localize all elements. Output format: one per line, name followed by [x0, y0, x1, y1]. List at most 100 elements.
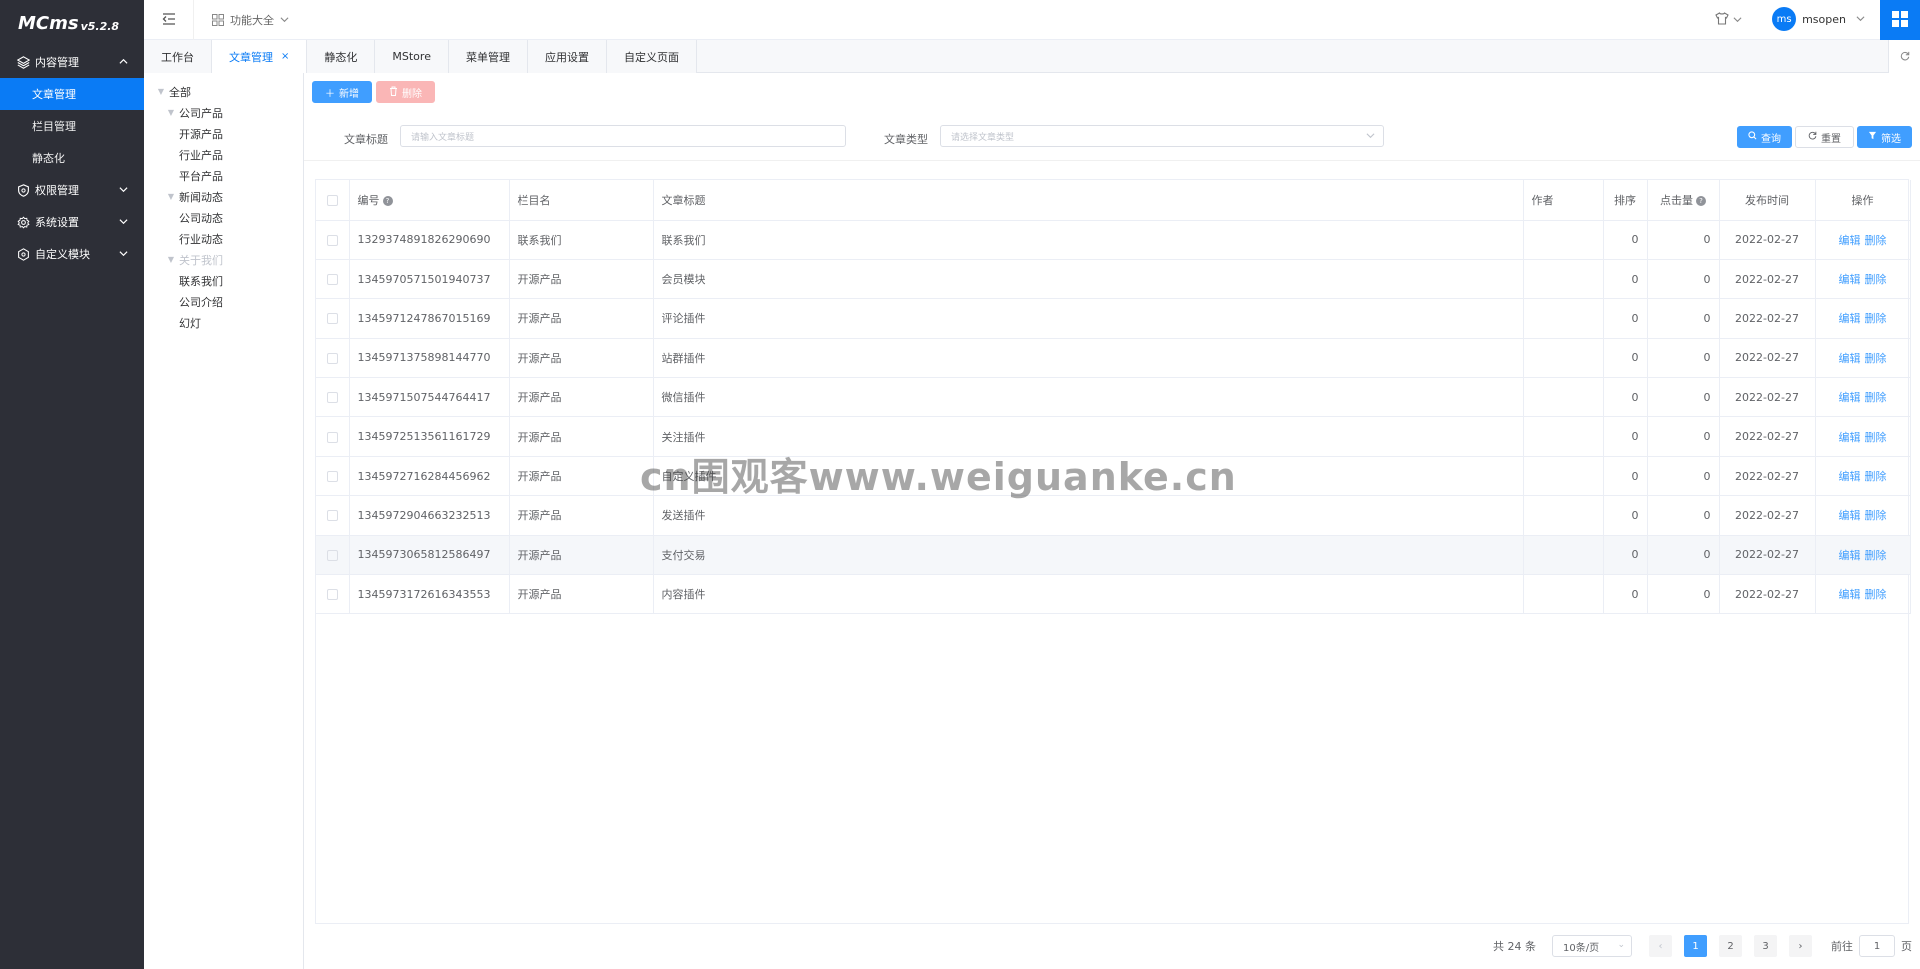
- delete-link[interactable]: 删除: [1865, 352, 1887, 365]
- caret-down-icon[interactable]: ▼: [166, 192, 176, 201]
- column-header-date[interactable]: 发布时间: [1719, 180, 1816, 221]
- delete-link[interactable]: 删除: [1865, 273, 1887, 286]
- tree-node[interactable]: ▼ 公司产品: [144, 102, 303, 123]
- reset-button[interactable]: 重置: [1795, 126, 1854, 148]
- row-checkbox[interactable]: [326, 510, 338, 522]
- tab-custom-page[interactable]: 自定义页面: [606, 40, 697, 73]
- delete-link[interactable]: 删除: [1865, 470, 1887, 483]
- edit-link[interactable]: 编辑: [1839, 588, 1861, 601]
- sidebar-group-custom-modules[interactable]: 自定义模块: [0, 238, 144, 270]
- title-search-input[interactable]: 请输入文章标题: [400, 125, 846, 147]
- tab-mstore[interactable]: MStore: [375, 40, 449, 73]
- help-icon[interactable]: ?: [382, 195, 393, 206]
- select-all-checkbox[interactable]: [326, 194, 338, 206]
- table-row[interactable]: 1345973172616343553 开源产品 内容插件 0 0 2022-02-27 编…: [316, 574, 1911, 615]
- sidebar-group-content[interactable]: 内容管理: [0, 46, 144, 78]
- query-button[interactable]: 查询: [1737, 126, 1792, 148]
- tree-node[interactable]: ▼ 关于我们: [144, 249, 303, 270]
- table-row[interactable]: 1345972904663232513 开源产品 发送插件 0 0 2022-02-27 编…: [316, 495, 1911, 536]
- delete-link[interactable]: 删除: [1865, 312, 1887, 325]
- next-page-button[interactable]: ›: [1789, 935, 1812, 957]
- sidebar-item-columns[interactable]: 栏目管理: [0, 110, 144, 142]
- delete-link[interactable]: 删除: [1865, 509, 1887, 522]
- delete-link[interactable]: 删除: [1865, 431, 1887, 444]
- help-icon[interactable]: ?: [1696, 195, 1706, 206]
- table-row[interactable]: 1345972513561161729 开源产品 关注插件 0 0 2022-02-27 编…: [316, 416, 1911, 457]
- column-header-author[interactable]: 作者: [1523, 180, 1604, 221]
- column-header-sort[interactable]: 排序: [1603, 180, 1648, 221]
- delete-link[interactable]: 删除: [1865, 234, 1887, 247]
- delete-button[interactable]: 删除: [376, 81, 435, 103]
- table-row[interactable]: 1345973065812586497 开源产品 支付交易 0 0 2022-02-27 编…: [316, 535, 1911, 576]
- filter-button[interactable]: 筛选: [1857, 126, 1912, 148]
- row-checkbox[interactable]: [326, 589, 338, 601]
- tree-node[interactable]: 幻灯: [144, 312, 303, 333]
- tree-node[interactable]: 联系我们: [144, 270, 303, 291]
- tree-node[interactable]: 公司动态: [144, 207, 303, 228]
- close-icon[interactable]: ×: [281, 51, 289, 62]
- sidebar-item-articles[interactable]: 文章管理: [0, 78, 144, 110]
- sidebar-collapse-button[interactable]: [144, 0, 194, 40]
- column-header-title[interactable]: 文章标题: [653, 180, 1524, 221]
- table-row[interactable]: 1345971375898144770 开源产品 站群插件 0 0 2022-02-27 编…: [316, 338, 1911, 379]
- edit-link[interactable]: 编辑: [1839, 549, 1861, 562]
- edit-link[interactable]: 编辑: [1839, 273, 1861, 286]
- edit-link[interactable]: 编辑: [1839, 509, 1861, 522]
- page-button-3[interactable]: 3: [1754, 935, 1777, 957]
- tab-menu-management[interactable]: 菜单管理: [448, 40, 528, 73]
- feature-menu-dropdown[interactable]: 功能大全: [212, 12, 295, 28]
- tabs-refresh-button[interactable]: [1888, 40, 1920, 73]
- table-row[interactable]: 1329374891826290690 联系我们 联系我们 0 0 2022-02-27 编…: [316, 220, 1911, 260]
- sidebar-item-static[interactable]: 静态化: [0, 142, 144, 174]
- app-logo[interactable]: MCms v5.2.8: [0, 0, 144, 46]
- tree-node[interactable]: ▼ 新闻动态: [144, 186, 303, 207]
- page-size-select[interactable]: 10条/页 ⌄: [1552, 935, 1632, 957]
- row-checkbox[interactable]: [326, 471, 338, 483]
- delete-link[interactable]: 删除: [1865, 588, 1887, 601]
- edit-link[interactable]: 编辑: [1839, 312, 1861, 325]
- tab-workbench[interactable]: 工作台: [144, 40, 212, 73]
- row-checkbox[interactable]: [326, 313, 338, 325]
- table-row[interactable]: 1345972716284456962 开源产品 自定义插件 0 0 2022-02-27…: [316, 456, 1911, 497]
- row-checkbox[interactable]: [326, 234, 338, 246]
- row-checkbox[interactable]: [326, 352, 338, 364]
- tree-node[interactable]: 平台产品: [144, 165, 303, 186]
- row-checkbox[interactable]: [326, 392, 338, 404]
- row-checkbox[interactable]: [326, 431, 338, 443]
- page-jump-input[interactable]: 1: [1859, 935, 1895, 957]
- edit-link[interactable]: 编辑: [1839, 431, 1861, 444]
- sidebar-group-permissions[interactable]: 权限管理: [0, 174, 144, 206]
- page-button-1[interactable]: 1: [1684, 935, 1707, 957]
- caret-down-icon[interactable]: ▼: [166, 255, 176, 264]
- caret-down-icon[interactable]: ▼: [166, 108, 176, 117]
- column-header-hits[interactable]: 点击量?: [1647, 180, 1720, 221]
- edit-link[interactable]: 编辑: [1839, 352, 1861, 365]
- row-checkbox[interactable]: [326, 549, 338, 561]
- table-row[interactable]: 1345971247867015169 开源产品 评论插件 0 0 2022-02-27 编…: [316, 298, 1911, 339]
- tab-article-management[interactable]: 文章管理 ×: [212, 40, 308, 73]
- app-switcher-button[interactable]: [1880, 0, 1920, 40]
- tab-app-settings[interactable]: 应用设置: [527, 40, 607, 73]
- edit-link[interactable]: 编辑: [1839, 470, 1861, 483]
- tree-node[interactable]: 行业产品: [144, 144, 303, 165]
- column-header-category[interactable]: 栏目名: [509, 180, 654, 221]
- page-button-2[interactable]: 2: [1719, 935, 1742, 957]
- caret-down-icon[interactable]: ▼: [156, 87, 166, 96]
- tree-node[interactable]: ▼ 全部: [144, 81, 303, 102]
- delete-link[interactable]: 删除: [1865, 391, 1887, 404]
- tree-node[interactable]: 开源产品: [144, 123, 303, 144]
- delete-link[interactable]: 删除: [1865, 549, 1887, 562]
- user-menu[interactable]: ms msopen: [1772, 7, 1865, 31]
- prev-page-button[interactable]: ‹: [1649, 935, 1672, 957]
- column-header-id[interactable]: 编号?: [349, 180, 510, 221]
- type-select[interactable]: 请选择文章类型: [940, 125, 1384, 147]
- edit-link[interactable]: 编辑: [1839, 234, 1861, 247]
- edit-link[interactable]: 编辑: [1839, 391, 1861, 404]
- row-checkbox[interactable]: [326, 274, 338, 286]
- tree-node[interactable]: 行业动态: [144, 228, 303, 249]
- tab-static[interactable]: 静态化: [307, 40, 376, 73]
- add-button[interactable]: ＋ 新增: [312, 81, 372, 103]
- table-row[interactable]: 1345970571501940737 开源产品 会员模块 0 0 2022-02-27 编…: [316, 259, 1911, 300]
- tree-node[interactable]: 公司介绍: [144, 291, 303, 312]
- table-row[interactable]: 1345971507544764417 开源产品 微信插件 0 0 2022-02-27 编…: [316, 377, 1911, 418]
